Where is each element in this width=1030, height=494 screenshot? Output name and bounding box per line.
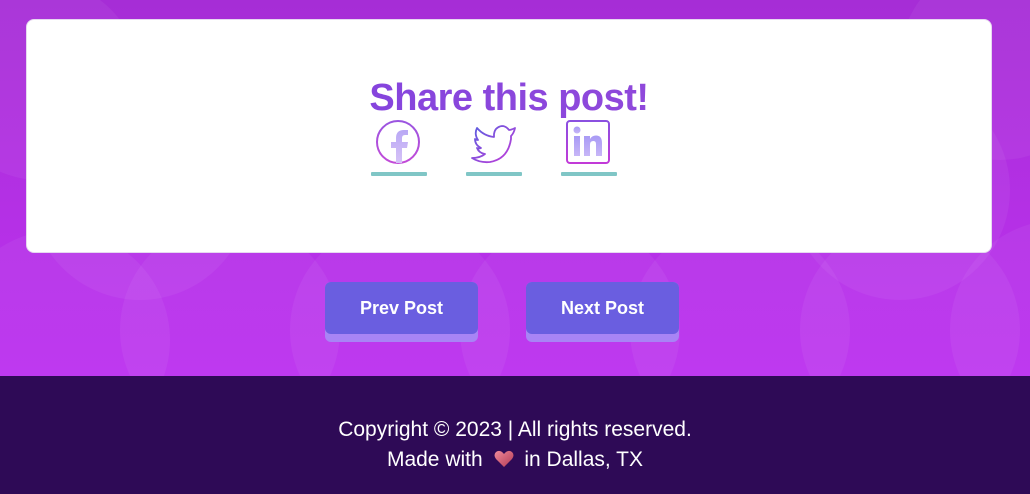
made-with-prefix: Made with (386, 448, 483, 471)
made-with-line: Made with in Dallas, TX (0, 447, 1030, 473)
facebook-underline (371, 172, 427, 176)
share-facebook-button[interactable] (371, 118, 427, 176)
twitter-underline (466, 172, 522, 176)
prev-post-label: Prev Post (325, 282, 478, 334)
heart-icon (494, 450, 514, 467)
next-post-label: Next Post (526, 282, 679, 334)
share-linkedin-button[interactable] (561, 118, 617, 176)
share-title: Share this post! (27, 74, 991, 122)
linkedin-underline (561, 172, 617, 176)
twitter-icon (471, 125, 516, 164)
share-twitter-button[interactable] (466, 118, 522, 176)
linkedin-icon (566, 120, 610, 164)
prev-post-button[interactable]: Prev Post (325, 282, 478, 342)
facebook-icon (376, 120, 420, 164)
copyright-text: Copyright © 2023 | All rights reserved. (338, 418, 692, 441)
made-with-suffix: in Dallas, TX (524, 448, 644, 471)
next-post-button[interactable]: Next Post (526, 282, 679, 342)
share-buttons (371, 118, 651, 178)
site-footer: Copyright © 2023 | All rights reserved. … (0, 376, 1030, 494)
